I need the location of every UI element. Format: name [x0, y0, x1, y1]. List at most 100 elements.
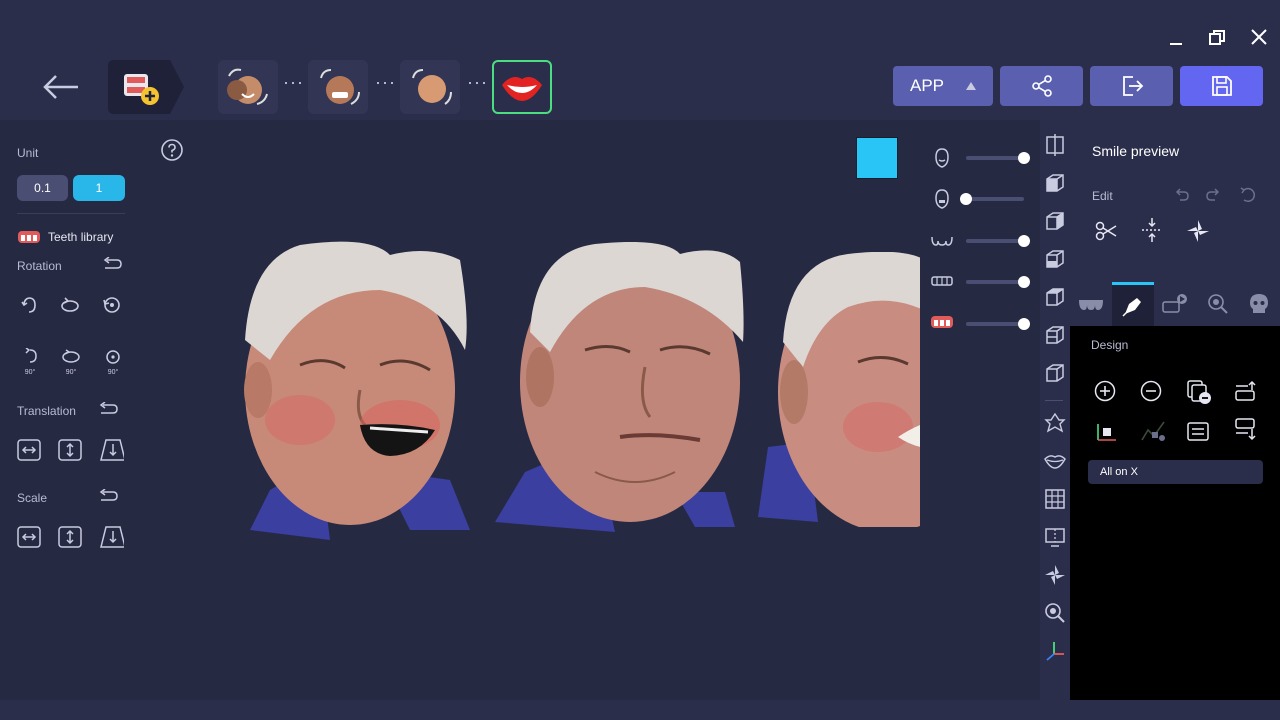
implant-icon[interactable] [1044, 412, 1066, 439]
reset-translation-icon[interactable] [97, 401, 119, 421]
restore-icon[interactable] [1203, 24, 1231, 52]
point-select-icon[interactable] [1094, 420, 1118, 449]
edit-label: Edit [1092, 189, 1113, 203]
face-scan-retractor[interactable] [758, 252, 920, 527]
reset-scale-icon[interactable] [97, 488, 119, 508]
denture-icon [18, 231, 40, 243]
pinwheel-icon[interactable] [1186, 219, 1210, 248]
translate-z-icon[interactable] [100, 438, 124, 462]
new-case-step[interactable] [108, 60, 186, 114]
smile-preview-panel: Smile preview Edit Design All on X [1070, 120, 1280, 700]
app-dropdown-button[interactable]: APP [893, 66, 993, 106]
rotate-y-icon[interactable] [58, 293, 82, 317]
rotate-x-90-button[interactable]: 90° [17, 347, 43, 376]
skull-icon [1250, 294, 1268, 313]
video-tab-icon [1162, 294, 1187, 313]
rotate-z-90-button[interactable]: 90° [100, 348, 126, 376]
divider [17, 213, 125, 214]
screen-midline-icon[interactable] [1044, 526, 1066, 553]
tab-skull[interactable] [1248, 292, 1270, 321]
view-top-icon[interactable] [1044, 324, 1066, 351]
tab-teeth[interactable] [1077, 292, 1105, 319]
rotate-x-icon[interactable] [17, 293, 41, 317]
lips-outline-icon[interactable] [1044, 450, 1066, 477]
reset-icon[interactable] [1239, 186, 1257, 209]
move-points-icon[interactable] [1138, 418, 1168, 449]
minimize-icon[interactable] [1162, 24, 1190, 52]
translate-x-icon[interactable] [17, 438, 41, 462]
remove-icon[interactable] [1140, 380, 1162, 407]
teeth-tab-icon [1079, 300, 1103, 310]
divider [1045, 400, 1063, 401]
scale-y-icon[interactable] [58, 525, 82, 549]
tab-video[interactable] [1161, 292, 1189, 319]
status-bar [0, 700, 1280, 720]
text-block-icon[interactable] [1186, 421, 1210, 448]
move-up-icon[interactable] [1234, 380, 1258, 407]
scale-x-icon[interactable] [17, 525, 41, 549]
slider-knob[interactable] [960, 193, 972, 205]
slider-knob[interactable] [1018, 276, 1030, 288]
denture-opacity-slider[interactable] [930, 314, 1030, 334]
clip-plane-icon[interactable] [1044, 134, 1066, 161]
face-outline-opacity-slider[interactable] [930, 189, 1030, 209]
app-label: APP [909, 76, 945, 95]
view-back-icon[interactable] [1044, 210, 1066, 237]
add-icon[interactable] [1094, 380, 1116, 407]
translate-y-icon[interactable] [58, 438, 82, 462]
scale-label: Scale [17, 491, 48, 505]
export-icon [1122, 76, 1143, 96]
slider-knob[interactable] [1018, 152, 1030, 164]
denture-icon [931, 316, 953, 328]
view-front-icon[interactable] [1044, 172, 1066, 199]
help-icon[interactable] [161, 139, 183, 166]
color-swatch[interactable] [856, 137, 898, 179]
step-separator: ··· [375, 72, 396, 92]
grid-icon[interactable] [1044, 488, 1066, 515]
scale-z-icon[interactable] [100, 525, 124, 549]
scissors-icon[interactable] [1094, 219, 1118, 248]
slider-knob[interactable] [1018, 235, 1030, 247]
rotate-z-icon[interactable] [100, 293, 124, 317]
tab-inspect[interactable] [1206, 292, 1230, 321]
lower-teeth-opacity-slider[interactable] [930, 272, 1030, 292]
view-right-icon[interactable] [1044, 286, 1066, 313]
zoom-icon[interactable] [1044, 602, 1066, 629]
top-toolbar: ··· ··· ··· APP [0, 0, 1280, 120]
view-bottom-icon[interactable] [1044, 362, 1066, 389]
face-scan-retractor-step[interactable] [308, 60, 368, 114]
axes-icon[interactable] [1044, 640, 1066, 667]
reset-rotation-icon[interactable] [101, 256, 123, 276]
unit-option-0-1[interactable]: 0.1 [17, 175, 68, 201]
export-button[interactable] [1090, 66, 1173, 106]
undo-icon[interactable] [1172, 187, 1190, 208]
face-opacity-slider[interactable] [930, 148, 1030, 168]
view-toolbar [1040, 120, 1070, 700]
teeth-library-button[interactable]: Teeth library [17, 227, 137, 247]
share-button[interactable] [1000, 66, 1083, 106]
copy-remove-icon[interactable] [1186, 379, 1212, 410]
upper-teeth-opacity-slider[interactable] [930, 231, 1030, 251]
pinwheel-icon[interactable] [1044, 564, 1066, 591]
save-icon [1211, 76, 1232, 96]
teeth-library-label: Teeth library [48, 230, 114, 244]
smile-preview-step[interactable] [492, 60, 552, 114]
compress-vertical-icon[interactable] [1140, 217, 1164, 248]
face-scan-neutral[interactable] [495, 242, 755, 532]
move-down-icon[interactable] [1234, 417, 1258, 448]
share-icon [1031, 75, 1052, 97]
rotate-y-90-button[interactable]: 90° [58, 348, 84, 376]
save-button[interactable] [1180, 66, 1263, 106]
face-scan-neutral-step[interactable] [400, 60, 460, 114]
back-arrow-icon[interactable] [42, 70, 82, 104]
redo-icon[interactable] [1205, 187, 1223, 208]
3d-viewport[interactable] [140, 120, 1040, 700]
face-scan-smile-step[interactable] [218, 60, 278, 114]
tab-design[interactable] [1112, 282, 1154, 326]
library-dropdown[interactable]: All on X [1088, 460, 1263, 484]
close-icon[interactable] [1245, 23, 1273, 51]
slider-knob[interactable] [1018, 318, 1030, 330]
face-scan-smile[interactable] [230, 240, 480, 540]
unit-option-1[interactable]: 1 [73, 175, 125, 201]
view-left-icon[interactable] [1044, 248, 1066, 275]
